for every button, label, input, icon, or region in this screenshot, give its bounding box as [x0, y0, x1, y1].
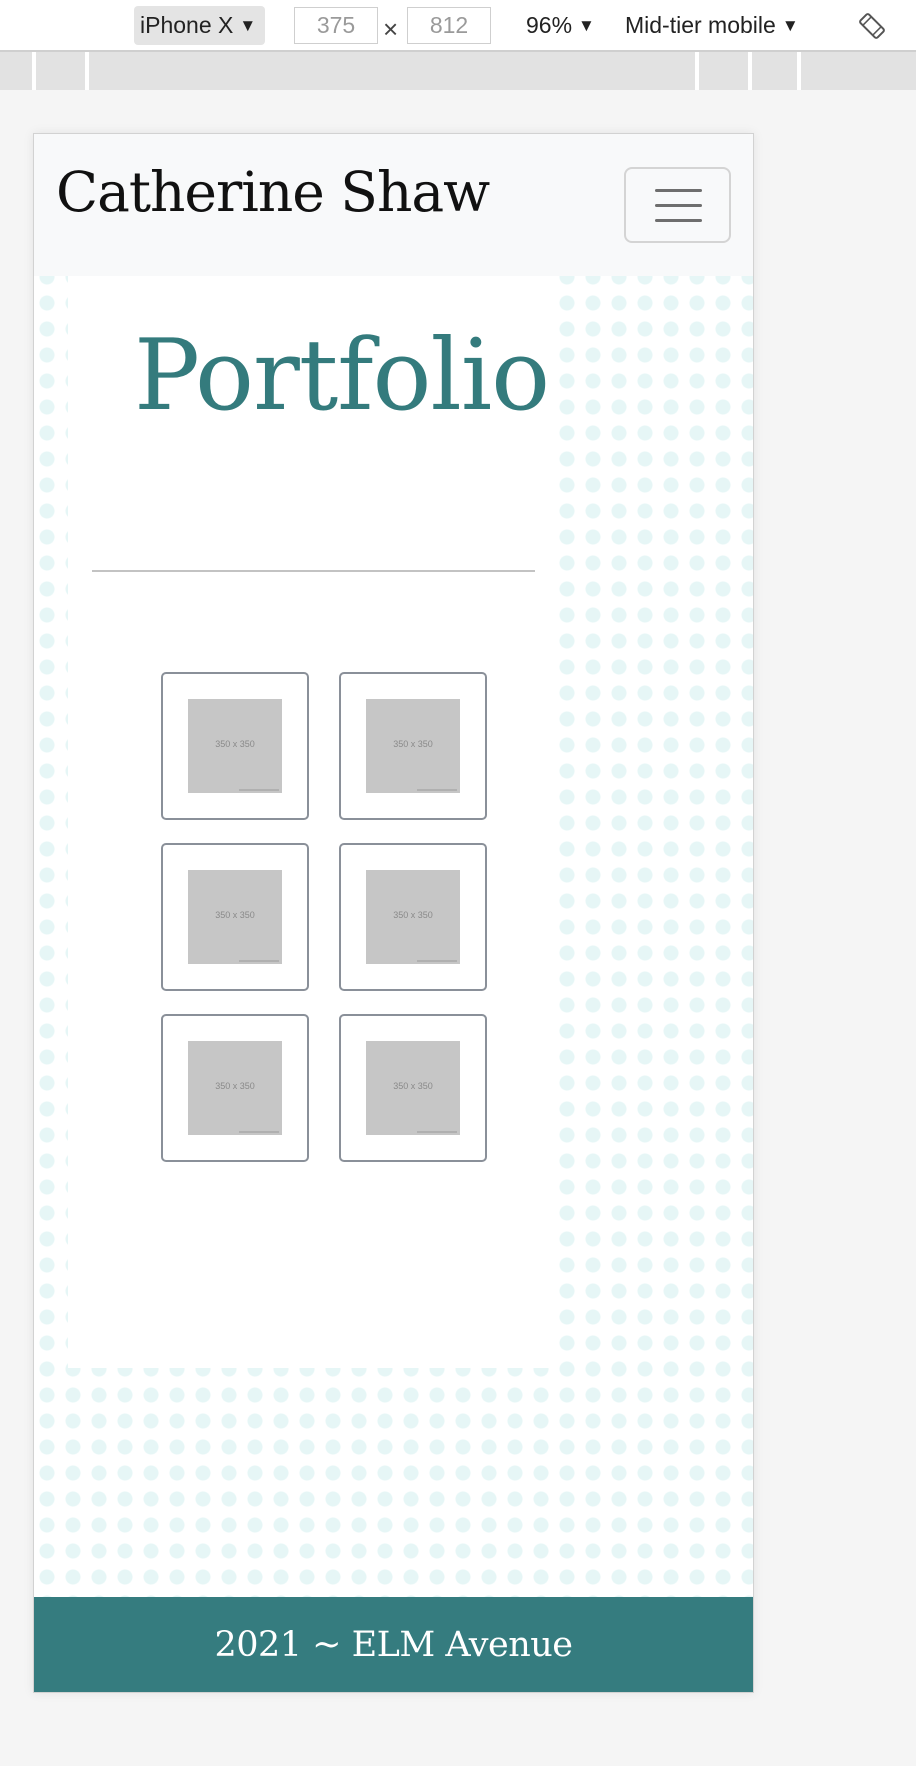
throttle-select[interactable]: Mid-tier mobile ▼ — [625, 6, 799, 45]
hamburger-icon — [655, 219, 702, 222]
placeholder-credit — [239, 789, 279, 791]
site-brand[interactable]: Catherine Shaw — [56, 160, 490, 224]
placeholder-image: 350 x 350 — [188, 699, 282, 793]
media-query-divider — [797, 52, 801, 90]
placeholder-credit — [239, 1131, 279, 1133]
placeholder-label: 350 x 350 — [393, 910, 433, 920]
placeholder-label: 350 x 350 — [215, 739, 255, 749]
site-navbar: Catherine Shaw — [34, 134, 753, 276]
page-title: Portfolio — [134, 319, 550, 433]
width-input[interactable]: 375 — [294, 7, 378, 44]
rotate-icon-graphic — [859, 13, 885, 39]
hamburger-icon — [655, 204, 702, 207]
rotate-icon[interactable] — [857, 11, 887, 41]
device-toolbar: iPhone X ▼ 375 × 812 96% ▼ Mid-tier mobile… — [0, 0, 916, 52]
gallery-thumbnail[interactable]: 350 x 350 — [339, 1014, 487, 1162]
media-query-divider — [695, 52, 699, 90]
zoom-select[interactable]: 96% ▼ — [526, 6, 595, 45]
media-query-divider — [748, 52, 752, 90]
placeholder-image: 350 x 350 — [188, 1041, 282, 1135]
placeholder-image: 350 x 350 — [366, 870, 460, 964]
device-viewport: Catherine Shaw Portfolio 350 x 350 350 x… — [33, 133, 754, 1693]
chevron-down-icon: ▼ — [239, 16, 257, 35]
gallery-thumbnail[interactable]: 350 x 350 — [339, 672, 487, 820]
content-card — [68, 276, 557, 1368]
site-footer: 2021 ~ ELM Avenue — [34, 1597, 753, 1692]
placeholder-credit — [417, 789, 457, 791]
placeholder-credit — [417, 1131, 457, 1133]
hamburger-icon — [655, 189, 702, 192]
gallery-thumbnail[interactable]: 350 x 350 — [339, 843, 487, 991]
height-input[interactable]: 812 — [407, 7, 491, 44]
placeholder-image: 350 x 350 — [366, 1041, 460, 1135]
placeholder-label: 350 x 350 — [393, 1081, 433, 1091]
placeholder-label: 350 x 350 — [215, 910, 255, 920]
zoom-select-label: 96% — [526, 12, 573, 38]
menu-toggle-button[interactable] — [624, 167, 731, 243]
placeholder-credit — [417, 960, 457, 962]
throttle-select-label: Mid-tier mobile — [625, 12, 776, 38]
placeholder-label: 350 x 350 — [393, 739, 433, 749]
placeholder-credit — [239, 960, 279, 962]
chevron-down-icon: ▼ — [578, 16, 595, 35]
device-select-label: iPhone X — [140, 12, 234, 38]
divider — [92, 570, 535, 572]
placeholder-image: 350 x 350 — [366, 699, 460, 793]
media-query-bar[interactable] — [0, 52, 916, 90]
device-select[interactable]: iPhone X ▼ — [134, 6, 265, 45]
placeholder-image: 350 x 350 — [188, 870, 282, 964]
placeholder-label: 350 x 350 — [215, 1081, 255, 1091]
gallery-thumbnail[interactable]: 350 x 350 — [161, 843, 309, 991]
dimension-separator: × — [383, 14, 399, 44]
gallery-thumbnail[interactable]: 350 x 350 — [161, 1014, 309, 1162]
media-query-divider — [85, 52, 89, 90]
media-query-divider — [32, 52, 36, 90]
chevron-down-icon: ▼ — [781, 16, 799, 35]
gallery-thumbnail[interactable]: 350 x 350 — [161, 672, 309, 820]
